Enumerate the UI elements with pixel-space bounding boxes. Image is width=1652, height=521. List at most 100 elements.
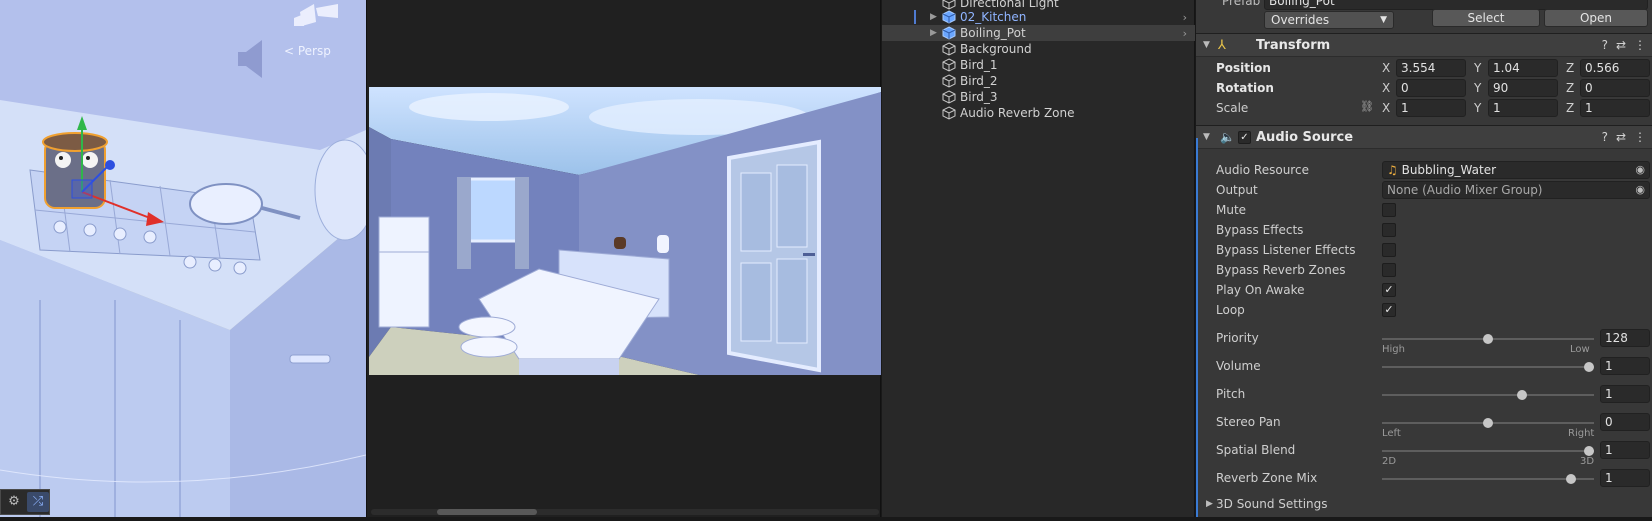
3d-sound-settings-foldout[interactable]: 3D Sound Settings bbox=[1216, 497, 1328, 511]
hierarchy-item-label: Audio Reverb Zone bbox=[960, 106, 1075, 120]
kebab-menu-icon[interactable]: ⋮ bbox=[1634, 38, 1646, 52]
spatial-blend-field[interactable]: 1 bbox=[1600, 441, 1650, 459]
rotation-y-field[interactable]: 90 bbox=[1488, 79, 1558, 97]
object-picker-icon[interactable]: ◉ bbox=[1635, 162, 1645, 178]
spatial-blend-slider-knob[interactable] bbox=[1584, 446, 1594, 456]
pitch-field[interactable]: 1 bbox=[1600, 385, 1650, 403]
header-icons: ? ⇄ ⋮ bbox=[1602, 38, 1646, 52]
component-enabled-checkbox[interactable]: ✓ bbox=[1238, 131, 1251, 144]
hierarchy-item-bird-1[interactable]: Bird_1 bbox=[882, 57, 1195, 73]
pitch-slider[interactable] bbox=[1382, 390, 1594, 400]
bypass-effects-checkbox[interactable] bbox=[1382, 223, 1396, 237]
game-render bbox=[369, 87, 881, 375]
gameobject-icon bbox=[942, 106, 956, 120]
prefab-label: Prefab bbox=[1222, 0, 1261, 8]
audio-resource-field[interactable]: ♫ Bubbling_Water ◉ bbox=[1382, 161, 1650, 179]
output-field[interactable]: None (Audio Mixer Group) ◉ bbox=[1382, 181, 1650, 199]
axis-z-label: Z bbox=[1566, 101, 1575, 115]
position-z-field[interactable]: 0.566 bbox=[1580, 59, 1650, 77]
fold-arrow-icon[interactable]: ▼ bbox=[1203, 132, 1210, 142]
select-button[interactable]: Select bbox=[1432, 9, 1540, 27]
play-on-awake-checkbox[interactable]: ✓ bbox=[1382, 283, 1396, 297]
rotation-z-field[interactable]: 0 bbox=[1580, 79, 1650, 97]
kebab-menu-icon[interactable]: ⋮ bbox=[1634, 130, 1646, 144]
mute-label: Mute bbox=[1216, 203, 1247, 217]
output-label: Output bbox=[1216, 183, 1258, 197]
rotation-x-field[interactable]: 0 bbox=[1396, 79, 1466, 97]
overrides-label: Overrides bbox=[1271, 13, 1330, 27]
stereo-pan-field[interactable]: 0 bbox=[1600, 413, 1650, 431]
audio-resource-label: Audio Resource bbox=[1216, 163, 1309, 177]
axis-y-label: Y bbox=[1474, 101, 1482, 115]
volume-slider-knob[interactable] bbox=[1584, 362, 1594, 372]
audio-resource-value: Bubbling_Water bbox=[1401, 163, 1497, 177]
audio-source-header[interactable]: ▼ 🔈 ✓ Audio Source ? ⇄ ⋮ bbox=[1196, 125, 1652, 149]
scale-label: Scale bbox=[1216, 101, 1249, 115]
stereo-pan-slider-knob[interactable] bbox=[1483, 418, 1493, 428]
game-view-scrollbar[interactable] bbox=[371, 509, 879, 515]
scale-x-field[interactable]: 1 bbox=[1396, 99, 1466, 117]
hierarchy-item-boiling-pot[interactable]: ▶ Boiling_Pot › bbox=[882, 25, 1195, 41]
volume-field[interactable]: 1 bbox=[1600, 357, 1650, 375]
open-button[interactable]: Open bbox=[1544, 9, 1648, 27]
help-icon[interactable]: ? bbox=[1602, 38, 1608, 52]
scale-y-field[interactable]: 1 bbox=[1488, 99, 1558, 117]
bypass-listener-checkbox[interactable] bbox=[1382, 243, 1396, 257]
chevron-right-icon[interactable]: › bbox=[1183, 11, 1187, 24]
pitch-slider-knob[interactable] bbox=[1516, 390, 1527, 400]
hierarchy-item-bird-3[interactable]: Bird_3 bbox=[882, 89, 1195, 105]
overrides-dropdown[interactable]: Overrides ▼ bbox=[1264, 11, 1394, 29]
position-x-field[interactable]: 3.554 bbox=[1396, 59, 1466, 77]
expand-arrow-icon[interactable]: ▶ bbox=[930, 28, 937, 38]
chevron-right-icon[interactable]: › bbox=[1183, 27, 1187, 40]
hierarchy-panel: Directional Light ▶ 02_Kitchen › ▶ Boili… bbox=[882, 0, 1195, 517]
scale-z-field[interactable]: 1 bbox=[1580, 99, 1650, 117]
fold-arrow-icon[interactable]: ▼ bbox=[1203, 40, 1210, 50]
axis-x-label: X bbox=[1382, 81, 1391, 95]
hierarchy-item-02-kitchen[interactable]: ▶ 02_Kitchen › bbox=[882, 9, 1195, 25]
bypass-listener-label: Bypass Listener Effects bbox=[1216, 243, 1356, 257]
hierarchy-item-label: Bird_3 bbox=[960, 90, 998, 104]
axis-x-label: X bbox=[1382, 101, 1391, 115]
game-view-scroll-thumb[interactable] bbox=[437, 509, 537, 515]
reverb-zone-mix-slider-knob[interactable] bbox=[1565, 474, 1576, 484]
persp-label[interactable]: < Persp bbox=[284, 44, 331, 58]
reverb-zone-mix-field[interactable]: 1 bbox=[1600, 469, 1650, 487]
audio-source-icon: 🔈 bbox=[1220, 130, 1235, 144]
fold-arrow-icon[interactable]: ▶ bbox=[1206, 499, 1213, 509]
stereo-pan-slider[interactable] bbox=[1382, 418, 1594, 428]
scene-view[interactable]: < Persp ⚙ ⤮ bbox=[0, 0, 366, 517]
spatial-3d-caption: 3D bbox=[1580, 456, 1595, 467]
game-view[interactable] bbox=[366, 0, 881, 517]
object-picker-icon[interactable]: ◉ bbox=[1635, 182, 1645, 198]
priority-slider[interactable] bbox=[1382, 334, 1594, 344]
presets-icon[interactable]: ⇄ bbox=[1616, 38, 1626, 52]
volume-label: Volume bbox=[1216, 359, 1261, 373]
hierarchy-item-audio-reverb-zone[interactable]: Audio Reverb Zone bbox=[882, 105, 1195, 121]
shuffle-icon[interactable]: ⤮ bbox=[27, 492, 49, 512]
reverb-zone-mix-slider[interactable] bbox=[1382, 474, 1594, 484]
bypass-reverb-checkbox[interactable] bbox=[1382, 263, 1396, 277]
priority-field[interactable]: 128 bbox=[1600, 329, 1650, 347]
gizmo-toggle-icon[interactable]: ⚙ bbox=[3, 492, 25, 512]
gameobject-icon bbox=[942, 74, 956, 88]
link-icon[interactable]: ⛓ bbox=[1360, 100, 1374, 113]
axis-x-label: X bbox=[1382, 61, 1391, 75]
priority-slider-knob[interactable] bbox=[1483, 334, 1493, 344]
presets-icon[interactable]: ⇄ bbox=[1616, 130, 1626, 144]
loop-checkbox[interactable]: ✓ bbox=[1382, 303, 1396, 317]
expand-arrow-icon[interactable]: ▶ bbox=[930, 12, 937, 22]
loop-label: Loop bbox=[1216, 303, 1245, 317]
priority-label: Priority bbox=[1216, 331, 1259, 345]
hierarchy-item-background[interactable]: Background bbox=[882, 41, 1195, 57]
hierarchy-item-bird-2[interactable]: Bird_2 bbox=[882, 73, 1195, 89]
transform-header[interactable]: ▼ ⅄ Transform ? ⇄ ⋮ bbox=[1196, 33, 1652, 57]
inspector-panel: Prefab Boiling_Pot Overrides ▼ Select Op… bbox=[1196, 0, 1652, 517]
volume-slider[interactable] bbox=[1382, 362, 1594, 372]
spatial-blend-slider[interactable] bbox=[1382, 446, 1594, 456]
help-icon[interactable]: ? bbox=[1602, 130, 1608, 144]
position-y-field[interactable]: 1.04 bbox=[1488, 59, 1558, 77]
gameobject-icon bbox=[942, 90, 956, 104]
scene-tools: ⚙ ⤮ bbox=[0, 489, 50, 515]
mute-checkbox[interactable] bbox=[1382, 203, 1396, 217]
